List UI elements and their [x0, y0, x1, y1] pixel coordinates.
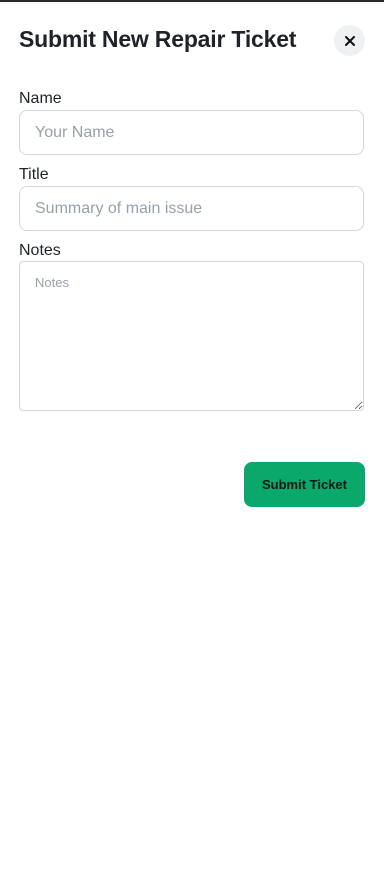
title-label: Title — [19, 166, 49, 183]
title-input[interactable] — [19, 186, 364, 231]
notes-textarea[interactable] — [19, 261, 364, 411]
notes-label: Notes — [19, 242, 61, 259]
name-input[interactable] — [19, 110, 364, 155]
name-label: Name — [19, 90, 62, 107]
close-icon — [344, 35, 355, 46]
close-button[interactable] — [334, 25, 365, 56]
modal-title: Submit New Repair Ticket — [19, 26, 297, 52]
repair-ticket-modal: Submit New Repair Ticket Name Title Note… — [0, 2, 384, 870]
submit-ticket-button[interactable]: Submit Ticket — [244, 462, 365, 507]
